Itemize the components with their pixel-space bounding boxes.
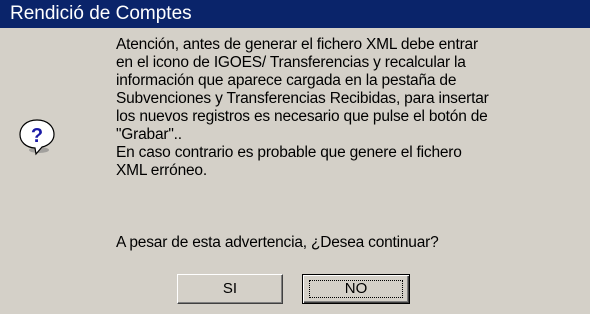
message-text: Atención, antes de generar el fichero XM… xyxy=(116,36,536,180)
message-line: XML erróneo. xyxy=(116,162,207,179)
yes-button[interactable]: SI xyxy=(177,274,283,304)
message-dialog: Rendició de Comptes ? Atención, antes de… xyxy=(0,0,590,314)
confirm-question: A pesar de esta advertencia, ¿Desea cont… xyxy=(116,234,439,251)
window-title: Rendició de Comptes xyxy=(10,3,192,24)
message-line: los nuevos registros es necesario que pu… xyxy=(116,108,488,125)
no-button-label: NO xyxy=(344,280,368,297)
message-line: información que aparece cargada en la pe… xyxy=(116,72,457,89)
yes-button-label: SI xyxy=(222,280,238,297)
no-button[interactable]: NO xyxy=(302,274,410,304)
message-line: "Grabar".. xyxy=(116,126,182,143)
message-line: en el icono de IGOES/ Transferencias y r… xyxy=(116,54,466,71)
message-line: Atención, antes de generar el fichero XM… xyxy=(116,36,478,53)
question-glyph: ? xyxy=(31,125,43,147)
title-bar[interactable]: Rendició de Comptes xyxy=(0,0,590,28)
question-icon: ? xyxy=(17,117,57,157)
message-line: Subvenciones y Transferencias Recibidas,… xyxy=(116,90,489,107)
message-line: En caso contrario es probable que genere… xyxy=(116,144,462,161)
